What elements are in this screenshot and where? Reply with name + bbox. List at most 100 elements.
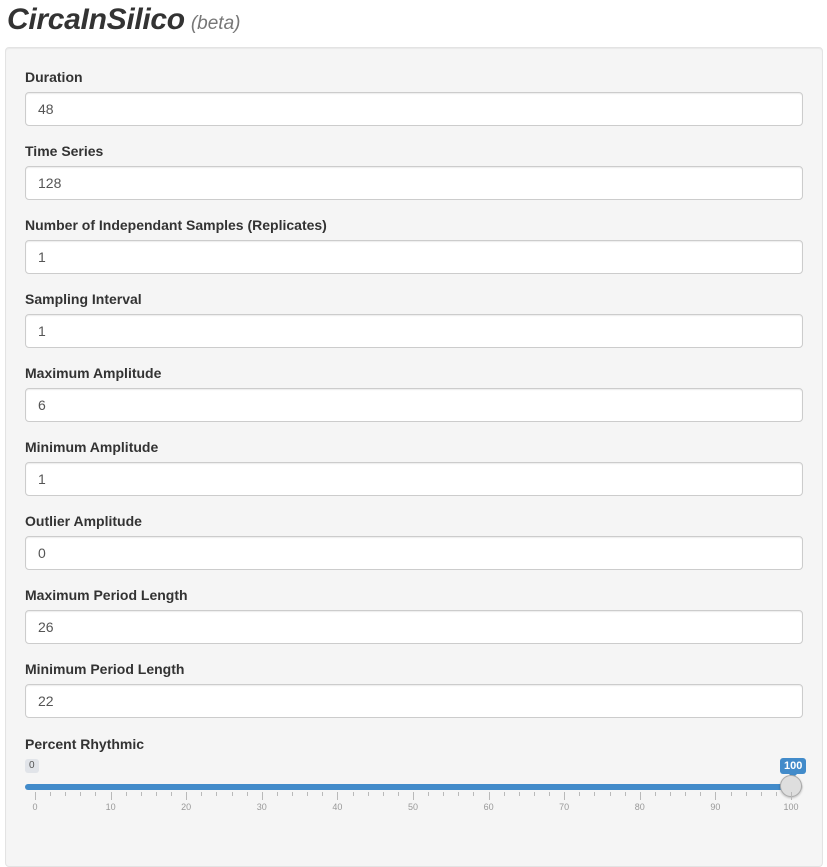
slider-tick-label: 30 xyxy=(256,802,267,812)
slider-minor-tick xyxy=(685,792,687,796)
slider-minor-tick xyxy=(80,792,82,796)
maximum-period-length-label: Maximum Period Length xyxy=(25,587,188,603)
percent-rhythmic-label: Percent Rhythmic xyxy=(25,736,145,752)
slider-minor-tick xyxy=(367,792,369,796)
slider-minor-tick xyxy=(700,792,702,796)
duration-label: Duration xyxy=(25,69,83,85)
slider-minor-tick xyxy=(654,792,656,796)
minimum-amplitude-label: Minimum Amplitude xyxy=(25,439,159,455)
slider-minor-tick xyxy=(624,792,626,796)
maximum-amplitude-label: Maximum Amplitude xyxy=(25,365,162,381)
slider-minor-tick xyxy=(50,792,52,796)
slider-minor-tick xyxy=(670,792,672,796)
outlier-amplitude-group: Outlier Amplitude xyxy=(25,511,803,570)
slider-minor-tick xyxy=(246,792,248,796)
slider-minor-tick xyxy=(594,792,596,796)
slider-major-tick xyxy=(186,792,188,800)
duration-group: Duration xyxy=(25,67,803,126)
slider-minor-tick xyxy=(458,792,460,796)
slider-minor-tick xyxy=(216,792,218,796)
time-series-input[interactable] xyxy=(25,166,803,200)
slider-minor-tick xyxy=(65,792,67,796)
slider-minor-tick xyxy=(352,792,354,796)
slider-minor-tick xyxy=(397,792,399,796)
slider-minor-tick xyxy=(276,792,278,796)
slider-tick-label: 80 xyxy=(634,802,645,812)
slider-major-tick xyxy=(715,792,717,800)
slider-major-tick xyxy=(413,792,414,800)
minimum-period-length-group: Minimum Period Length xyxy=(25,659,803,718)
slider-minor-tick xyxy=(745,792,747,796)
slider-minor-tick xyxy=(730,792,732,796)
slider-minor-tick xyxy=(533,792,535,796)
minimum-amplitude-group: Minimum Amplitude xyxy=(25,437,803,496)
slider-track[interactable] xyxy=(25,784,803,790)
duration-input[interactable] xyxy=(25,92,803,126)
slider-minor-tick xyxy=(231,792,233,796)
slider-minor-tick xyxy=(579,792,581,796)
slider-minor-tick xyxy=(95,792,97,796)
slider-minor-tick xyxy=(201,792,203,796)
slider-minor-tick xyxy=(307,792,309,796)
sampling-interval-input[interactable] xyxy=(25,314,803,348)
slider-major-tick xyxy=(488,792,490,800)
slider-minor-tick xyxy=(140,792,142,796)
time-series-group: Time Series xyxy=(25,141,803,200)
slider-major-tick xyxy=(35,792,36,800)
app-title: CircaInSilico xyxy=(7,3,185,36)
slider-tick-label: 10 xyxy=(105,802,116,812)
sampling-interval-label: Sampling Interval xyxy=(25,291,142,307)
slider-value-badge: 100 xyxy=(780,758,807,778)
slider-major-tick xyxy=(261,792,263,800)
slider-major-tick xyxy=(791,792,792,800)
replicates-label: Number of Independant Samples (Replicate… xyxy=(25,217,327,233)
slider-minor-tick xyxy=(775,792,777,796)
slider-minor-tick xyxy=(518,792,520,796)
outlier-amplitude-input[interactable] xyxy=(25,536,803,570)
app-header: CircaInSilico (beta) xyxy=(7,3,240,43)
slider-major-tick xyxy=(110,792,112,800)
slider-tick-label: 100 xyxy=(783,802,799,812)
slider-tick-label: 60 xyxy=(483,802,494,812)
maximum-amplitude-group: Maximum Amplitude xyxy=(25,363,803,422)
app-subtitle: (beta) xyxy=(190,13,241,34)
minimum-period-length-label: Minimum Period Length xyxy=(25,661,185,677)
slider-major-tick xyxy=(337,792,339,800)
maximum-period-length-input[interactable] xyxy=(25,610,803,644)
replicates-group: Number of Independant Samples (Replicate… xyxy=(25,215,803,274)
slider-minor-tick xyxy=(503,792,505,796)
slider-tick-label: 40 xyxy=(332,802,343,812)
slider-tick-label: 70 xyxy=(559,802,570,812)
maximum-period-length-group: Maximum Period Length xyxy=(25,585,803,644)
slider-ticks: 0 10 20 30 40 50 60 70 80 90 100 xyxy=(25,792,803,822)
slider-tick-label: 0 xyxy=(32,802,38,812)
slider-track-fill xyxy=(25,784,791,790)
time-series-label: Time Series xyxy=(25,143,104,159)
slider-minor-tick xyxy=(292,792,294,796)
percent-rhythmic-slider: Percent Rhythmic 0 100 0 10 20 30 40 50 60 70 80… xyxy=(25,734,807,824)
minimum-period-length-input[interactable] xyxy=(25,684,803,718)
maximum-amplitude-input[interactable] xyxy=(25,388,803,422)
slider-minor-tick xyxy=(609,792,611,796)
slider-minor-tick xyxy=(125,792,127,796)
slider-minor-tick xyxy=(382,792,384,796)
slider-minor-tick xyxy=(322,792,324,796)
slider-min-badge: 0 xyxy=(25,759,39,773)
slider-tick-label: 50 xyxy=(407,802,419,812)
slider-minor-tick xyxy=(428,792,430,796)
slider-minor-tick xyxy=(443,792,445,796)
slider-minor-tick xyxy=(760,792,762,796)
outlier-amplitude-label: Outlier Amplitude xyxy=(25,513,142,529)
slider-tick-label: 90 xyxy=(710,802,721,812)
input-panel: Duration Time Series Number of Independa… xyxy=(5,47,823,867)
slider-minor-tick xyxy=(155,792,157,796)
slider-minor-tick xyxy=(549,792,551,796)
slider-major-tick xyxy=(564,792,566,800)
slider-tick-label: 20 xyxy=(181,802,192,812)
slider-minor-tick xyxy=(171,792,173,796)
minimum-amplitude-input[interactable] xyxy=(25,462,803,496)
sampling-interval-group: Sampling Interval xyxy=(25,289,803,348)
slider-major-tick xyxy=(639,792,641,800)
slider-minor-tick xyxy=(473,792,475,796)
replicates-input[interactable] xyxy=(25,240,803,274)
